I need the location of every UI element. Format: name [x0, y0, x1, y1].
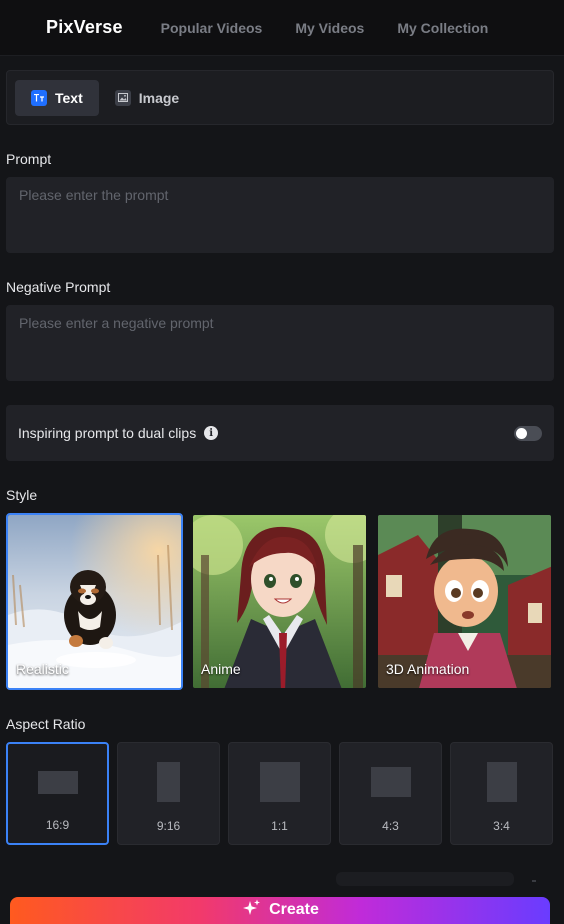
tab-image-label: Image	[138, 89, 180, 106]
style-option-label: Anime	[201, 661, 241, 677]
negative-prompt-label: Negative Prompt	[6, 279, 111, 295]
ratio-label: 3:4	[493, 819, 510, 833]
nav-my-videos[interactable]: My Videos	[295, 20, 364, 36]
prompt-label: Prompt	[6, 151, 52, 167]
dual-clips-toggle[interactable]	[514, 426, 542, 441]
ratio-label: 9:16	[156, 819, 181, 833]
aspect-ratio-9-16[interactable]: 9:16	[117, 742, 220, 845]
image-icon	[114, 89, 131, 106]
prompt-input[interactable]	[6, 177, 554, 253]
create-button-label: Create	[269, 901, 319, 918]
style-option-label: 3D Animation	[386, 661, 470, 677]
ratio-4-3-preview-shape	[371, 767, 411, 797]
aspect-ratio-label: Aspect Ratio	[6, 716, 86, 732]
top-navigation-bar: PixVerse Popular Videos My Videos My Col…	[0, 0, 564, 56]
text-icon	[31, 89, 47, 106]
style-option-label: Realistic	[16, 661, 69, 677]
tab-text-label: Text	[55, 89, 83, 106]
pixverse-logo[interactable]: PixVerse	[46, 17, 123, 38]
mode-tab-bar: Text Image	[6, 70, 554, 125]
info-icon[interactable]: i	[204, 426, 219, 440]
partially-hidden-control	[336, 872, 514, 886]
toggle-knob	[516, 428, 527, 439]
dual-clips-label: Inspiring prompt to dual clips	[18, 425, 197, 441]
aspect-ratio-3-4[interactable]: 3:4	[450, 742, 553, 845]
partially-hidden-indicator	[532, 880, 536, 882]
ratio-16-9-preview-shape	[38, 771, 78, 794]
ratio-label: 1:1	[271, 819, 288, 833]
aspect-ratio-16-9[interactable]: 16:9	[6, 742, 109, 845]
style-label: Style	[6, 487, 38, 503]
dual-clips-setting: Inspiring prompt to dual clips i	[6, 405, 554, 461]
ratio-label: 16:9	[45, 818, 70, 832]
style-option-3d-animation[interactable]: 3D Animation	[376, 513, 553, 690]
style-option-realistic[interactable]: Realistic	[6, 513, 183, 690]
tab-image[interactable]: Image	[99, 80, 195, 116]
create-button[interactable]: Create	[10, 897, 550, 924]
nav-my-collection[interactable]: My Collection	[397, 20, 488, 36]
sparkle-icon	[241, 899, 261, 922]
aspect-ratio-1-1[interactable]: 1:1	[228, 742, 331, 845]
style-option-anime[interactable]: Anime	[191, 513, 368, 690]
negative-prompt-input[interactable]	[6, 305, 554, 381]
nav-popular-videos[interactable]: Popular Videos	[161, 20, 263, 36]
ratio-label: 4:3	[382, 819, 399, 833]
ratio-3-4-preview-shape	[487, 762, 517, 802]
ratio-9-16-preview-shape	[157, 762, 180, 802]
aspect-ratio-4-3[interactable]: 4:3	[339, 742, 442, 845]
ratio-1-1-preview-shape	[260, 762, 300, 802]
tab-text[interactable]: Text	[15, 79, 99, 116]
